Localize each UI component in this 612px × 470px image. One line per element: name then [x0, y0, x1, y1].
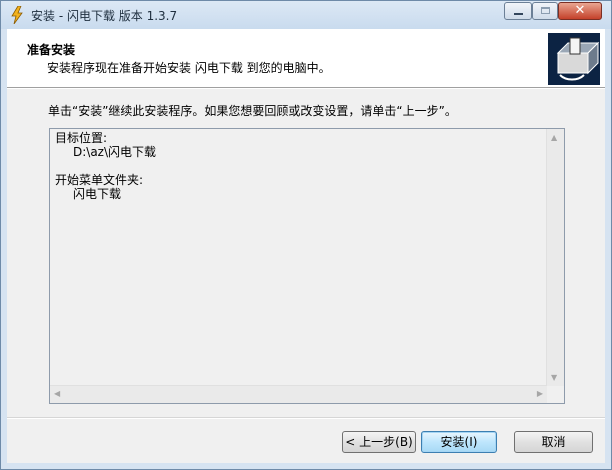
memo-blank-line — [55, 159, 156, 173]
window-title: 安装 - 闪电下载 版本 1.3.7 — [31, 9, 178, 23]
ready-memo[interactable]: 目标位置: D:\az\闪电下载 开始菜单文件夹: 闪电下载 ▲ ▼ ◀ ▶ — [49, 128, 565, 404]
scroll-down-icon[interactable]: ▼ — [551, 373, 557, 382]
scroll-corner — [547, 386, 564, 403]
page-title: 准备安装 — [27, 43, 76, 57]
installer-box-icon — [548, 33, 600, 85]
close-icon: ✕ — [574, 3, 586, 18]
wizard-header: 准备安装 安装程序现在准备开始安装 闪电下载 到您的电脑中。 — [7, 29, 605, 87]
header-separator — [7, 87, 605, 89]
minimize-button[interactable] — [504, 2, 532, 20]
page-subtitle: 安装程序现在准备开始安装 闪电下载 到您的电脑中。 — [47, 61, 331, 75]
cancel-button[interactable]: 取消 — [514, 431, 593, 453]
memo-line-startmenu-label: 开始菜单文件夹: — [55, 173, 144, 187]
lightning-icon — [11, 6, 23, 24]
installer-window: 安装 - 闪电下载 版本 1.3.7 ✕ 准备安装 安装程序现在准备开始安装 闪… — [0, 0, 612, 470]
instruction-text: 单击“安装”继续此安装程序。如果您想要回顾或改变设置，请单击“上一步”。 — [48, 104, 457, 118]
horizontal-scrollbar[interactable]: ◀ ▶ — [50, 385, 547, 403]
memo-line-destination-path: D:\az\闪电下载 — [73, 145, 157, 159]
minimize-icon — [514, 13, 523, 15]
vertical-scrollbar[interactable]: ▲ ▼ — [546, 129, 564, 386]
maximize-icon — [541, 7, 550, 14]
wizard-client-area: 准备安装 安装程序现在准备开始安装 闪电下载 到您的电脑中。 单击“安装”继续此… — [7, 29, 605, 463]
scroll-up-icon[interactable]: ▲ — [551, 133, 557, 142]
footer-separator — [7, 417, 605, 419]
install-button[interactable]: 安装(I) — [421, 431, 497, 453]
title-bar[interactable]: 安装 - 闪电下载 版本 1.3.7 ✕ — [1, 1, 611, 29]
memo-text: 目标位置: D:\az\闪电下载 开始菜单文件夹: 闪电下载 — [55, 131, 156, 201]
scroll-right-icon[interactable]: ▶ — [537, 389, 543, 398]
maximize-button[interactable] — [532, 2, 558, 20]
memo-line-destination-label: 目标位置: — [55, 131, 108, 145]
scroll-left-icon[interactable]: ◀ — [54, 389, 60, 398]
back-button[interactable]: < 上一步(B) — [342, 431, 416, 453]
memo-line-startmenu-folder: 闪电下载 — [73, 187, 122, 201]
close-button[interactable]: ✕ — [558, 2, 602, 20]
